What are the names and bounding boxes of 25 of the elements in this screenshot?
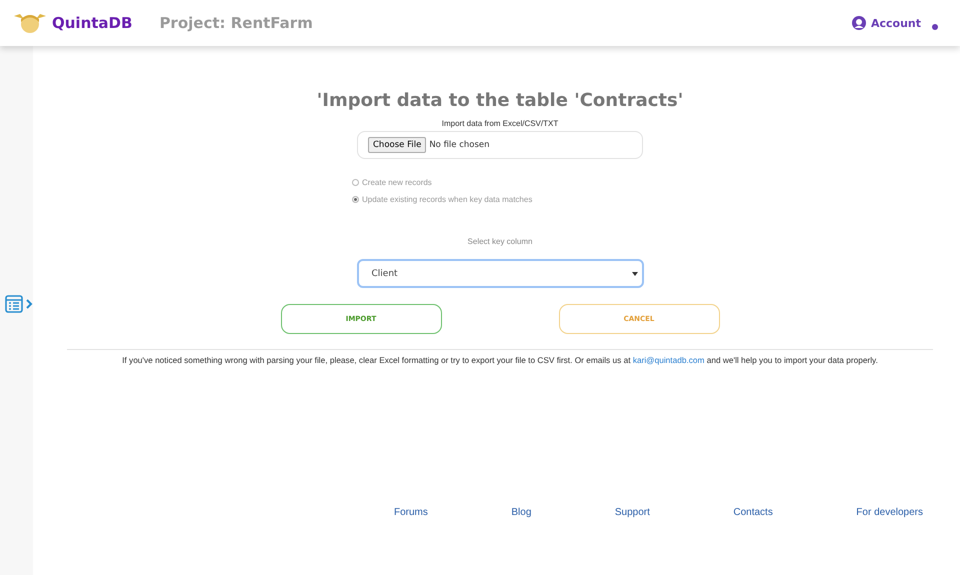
- footer-link[interactable]: Blog: [511, 507, 532, 518]
- footer-link[interactable]: Contacts: [733, 507, 773, 518]
- email-link[interactable]: kari@quintadb.com: [632, 355, 704, 365]
- choose-file-button[interactable]: Choose File: [368, 137, 426, 153]
- table-list-icon[interactable]: [5, 294, 23, 312]
- footer-link[interactable]: Forums: [394, 507, 428, 518]
- user-icon[interactable]: [852, 16, 866, 30]
- caret-icon[interactable]: [632, 272, 638, 276]
- dropdown-icon[interactable]: [932, 24, 938, 30]
- account-link[interactable]: Account: [870, 16, 921, 30]
- file-input-label: Import data from Excel/CSV/TXT: [442, 119, 558, 128]
- radio-button[interactable]: [352, 179, 359, 186]
- key-column-select[interactable]: Client: [356, 259, 644, 288]
- help-text: If you've noticed something wrong with parsing your file, please, clear Excel formatting or try to export your file to CSV first. Or emails us at kari@quintadb.com and we'll help you to import your data properly.: [122, 355, 878, 365]
- page-title: 'Import data to the table 'Contracts': [316, 90, 684, 111]
- key-column-label: Select key column: [468, 237, 532, 246]
- footer-link[interactable]: For developers: [856, 507, 923, 518]
- project-title: Project: RentFarm: [159, 14, 313, 32]
- file-input-field[interactable]: Choose File No file chosen: [357, 131, 643, 159]
- radio-button[interactable]: [352, 196, 359, 203]
- footer-link[interactable]: Support: [614, 507, 650, 518]
- file-status: No file chosen: [429, 140, 490, 150]
- brand-name[interactable]: QuintaDB: [52, 14, 132, 32]
- chevron-right-icon[interactable]: [26, 298, 33, 308]
- mascot-logo-icon: [12, 11, 48, 35]
